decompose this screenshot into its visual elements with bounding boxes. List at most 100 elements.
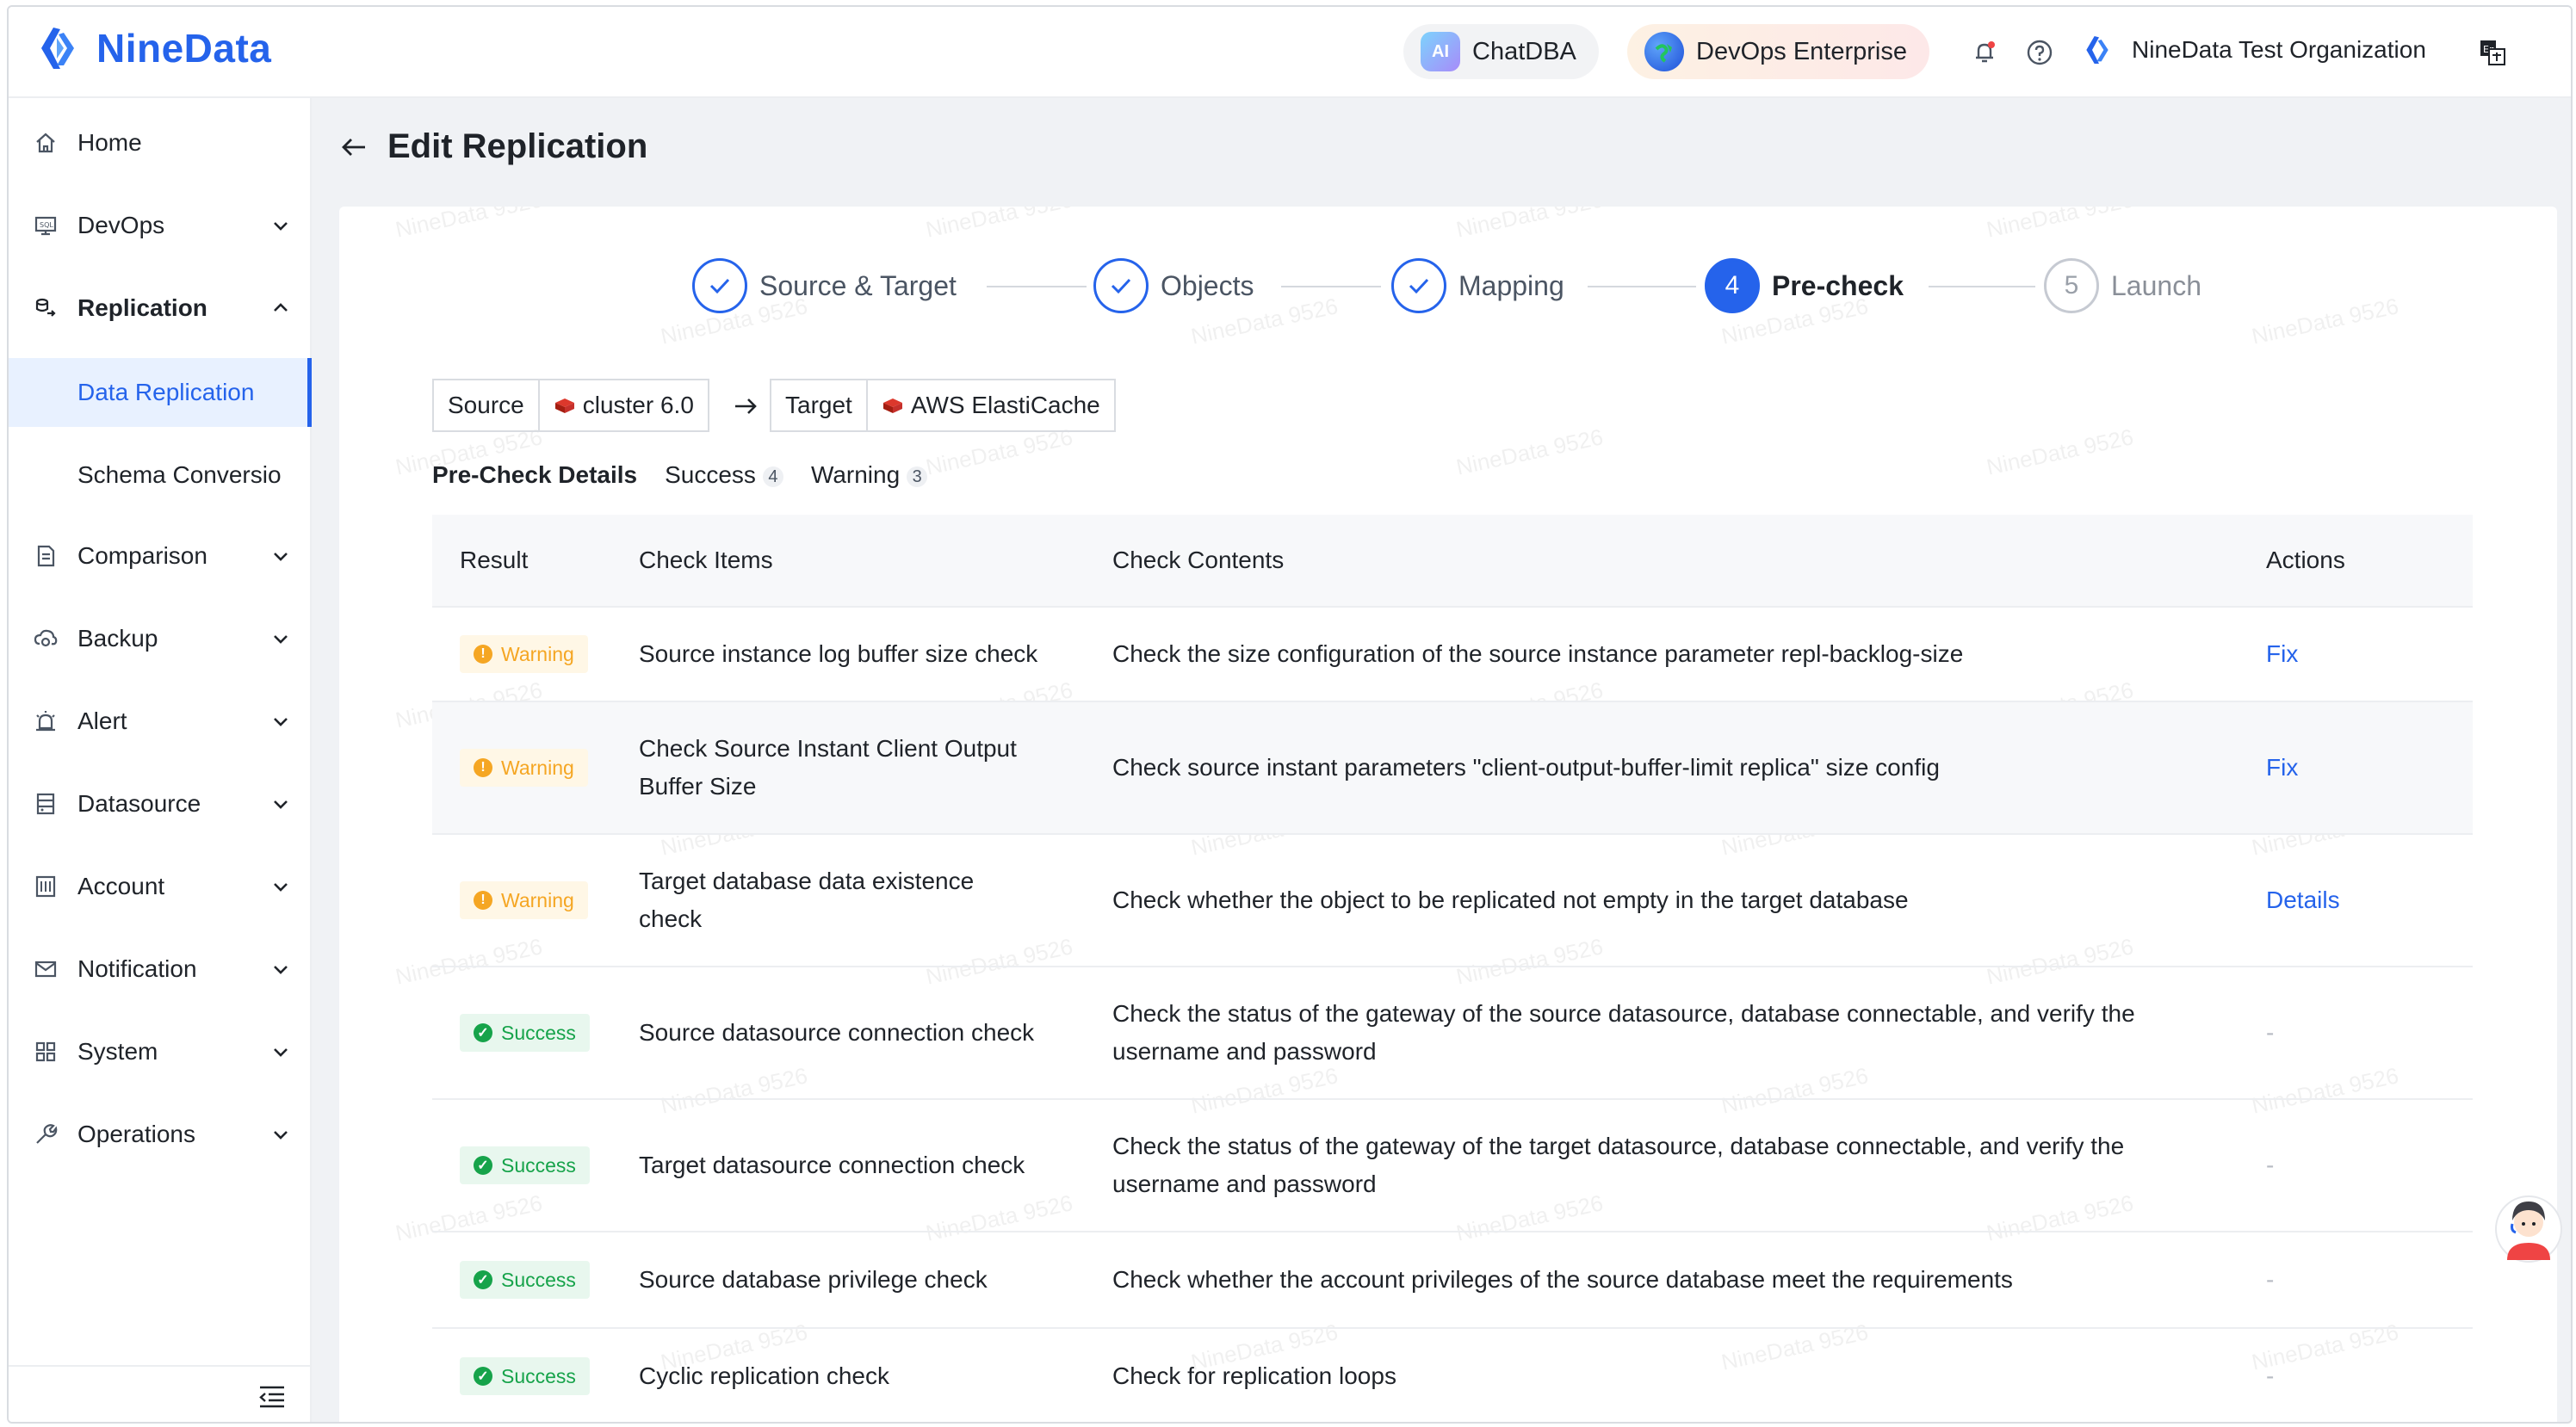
main-card: NineData 9526 NineData 9526 NineData 952… (339, 207, 2557, 1422)
sidebar-item-devops[interactable]: SQL DevOps (9, 191, 312, 260)
sidebar-item-operations[interactable]: Operations (9, 1100, 312, 1169)
table-row: ✓ Success Cyclic replication check Check … (432, 1329, 2473, 1422)
success-badge: ✓ Success (460, 1261, 590, 1299)
check-item: Target database data existence check (639, 868, 975, 932)
support-assistant-avatar[interactable] (2495, 1186, 2562, 1265)
step-launch: 5 Launch (2044, 258, 2201, 313)
chevron-up-icon (274, 303, 288, 312)
sidebar-item-label: Data Replication (77, 379, 255, 405)
chatdba-button[interactable]: AI ChatDBA (1403, 24, 1599, 79)
notification-icon (31, 954, 60, 984)
organization-logo-icon (2086, 36, 2108, 64)
target-label: Target (785, 392, 852, 418)
sidebar-item-backup[interactable]: Backup (9, 604, 312, 673)
devops-icon: SQL (31, 211, 60, 240)
table-header: Result Check Items Check Contents Action… (432, 515, 2473, 608)
no-action: - (2266, 1152, 2275, 1178)
chevron-down-icon (274, 800, 288, 809)
sidebar-item-label: Account (77, 873, 165, 899)
svg-text:SQL: SQL (40, 221, 53, 229)
sidebar-item-label: Notification (77, 955, 197, 982)
check-content: Check the size configuration of the sour… (1112, 640, 1964, 667)
details-link[interactable]: Details (2266, 886, 2473, 914)
sidebar-item-account[interactable]: Account (9, 852, 312, 921)
system-icon (31, 1037, 60, 1066)
success-count: 4 (762, 466, 783, 487)
sidebar-item-replication[interactable]: Replication (9, 274, 312, 343)
check-icon (1093, 258, 1149, 313)
redis-icon (882, 398, 902, 413)
sidebar-item-comparison[interactable]: Comparison (9, 522, 312, 590)
source-summary: Source cluster 6.0 (432, 379, 709, 432)
sidebar-item-alert[interactable]: Alert (9, 687, 312, 756)
watermark: NineData 9526 (1453, 207, 1606, 243)
ninedata-logo-icon (41, 28, 74, 69)
chevron-down-icon (274, 553, 288, 561)
precheck-table: Result Check Items Check Contents Action… (432, 515, 2473, 1422)
step-number: 4 (1705, 258, 1760, 313)
devops-enterprise-label: DevOps Enterprise (1696, 37, 1907, 65)
backup-icon (31, 624, 60, 653)
check-content: Check whether the account privileges of … (1112, 1266, 2013, 1293)
back-arrow-icon[interactable] (339, 133, 368, 162)
page-header: Edit Replication (339, 127, 647, 166)
tab-warning[interactable]: Warning 3 (811, 461, 928, 489)
help-icon[interactable] (2025, 38, 2054, 67)
source-label: Source (448, 392, 524, 418)
devops-enterprise-button[interactable]: DevOps Enterprise (1627, 24, 1929, 79)
globe-icon (1644, 32, 1684, 71)
step-mapping[interactable]: Mapping (1391, 258, 1564, 313)
home-icon (31, 128, 60, 158)
check-content: Check whether the object to be replicate… (1112, 886, 1909, 913)
precheck-tabs: Pre-Check Details Success 4 Warning 3 (432, 461, 928, 489)
top-bar: NineData AI ChatDBA DevOps Enterprise Ni… (9, 7, 2571, 98)
warning-icon: ! (474, 758, 492, 777)
chevron-down-icon (274, 1131, 288, 1140)
bell-icon[interactable] (1970, 38, 1999, 67)
watermark: NineData 9526 (923, 207, 1075, 243)
collapse-sidebar-icon[interactable] (258, 1384, 286, 1410)
step-source-target[interactable]: Source & Target (692, 258, 957, 313)
organization-switcher[interactable]: NineData Test Organization (2082, 33, 2426, 67)
table-row: ! Warning Source instance log buffer size… (432, 608, 2473, 702)
language-switch-icon[interactable]: En (2478, 38, 2507, 67)
fix-link[interactable]: Fix (2266, 640, 2473, 668)
step-objects[interactable]: Objects (1093, 258, 1254, 313)
sidebar-item-notification[interactable]: Notification (9, 935, 312, 1004)
success-badge: ✓ Success (460, 1357, 590, 1395)
sidebar-item-label: Home (77, 129, 142, 156)
sidebar-item-schema-conversion[interactable]: Schema Conversio (9, 441, 312, 510)
chevron-down-icon (274, 1048, 288, 1057)
step-pre-check[interactable]: 4 Pre-check (1705, 258, 1904, 313)
sidebar-item-home[interactable]: Home (9, 108, 312, 177)
check-icon (1391, 258, 1446, 313)
table-row: ! Warning Target database data existence … (432, 835, 2473, 967)
account-icon (31, 872, 60, 901)
tab-success[interactable]: Success 4 (665, 461, 783, 489)
sidebar-item-datasource[interactable]: Datasource (9, 769, 312, 838)
warning-badge: ! Warning (460, 749, 588, 787)
sidebar-item-data-replication[interactable]: Data Replication (9, 358, 312, 427)
warning-badge: ! Warning (460, 635, 588, 673)
fix-link[interactable]: Fix (2266, 754, 2473, 781)
sidebar-item-label: Backup (77, 625, 158, 652)
app-logo[interactable]: NineData (34, 22, 271, 74)
step-label: Pre-check (1772, 269, 1904, 301)
check-item: Source database privilege check (639, 1266, 988, 1293)
step-connector (1588, 286, 1696, 287)
check-circle-icon: ✓ (474, 1367, 492, 1386)
alert-icon (31, 707, 60, 736)
step-label: Launch (2111, 269, 2201, 301)
source-value: cluster 6.0 (537, 380, 708, 430)
step-label: Mapping (1458, 269, 1564, 301)
sidebar-item-label: Replication (77, 294, 207, 321)
watermark: NineData 9526 (923, 423, 1075, 480)
step-number: 5 (2044, 258, 2099, 313)
redis-icon (554, 398, 574, 413)
step-label: Source & Target (759, 269, 957, 301)
check-content: Check for replication loops (1112, 1362, 1396, 1389)
target-value: AWS ElastiCache (865, 380, 1114, 430)
sidebar-item-system[interactable]: System (9, 1017, 312, 1086)
success-badge: ✓ Success (460, 1146, 590, 1184)
tab-pre-check-details[interactable]: Pre-Check Details (432, 461, 637, 489)
